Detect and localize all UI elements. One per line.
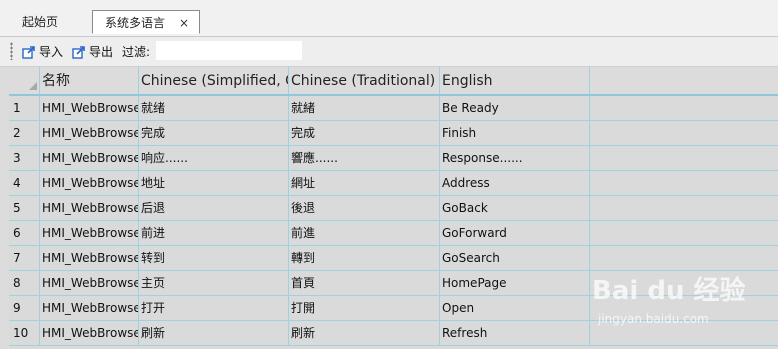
row-number: 4 xyxy=(9,171,40,195)
table-row[interactable]: 7 HMI_WebBrowse 转到 轉到 GoSearch xyxy=(9,246,778,271)
toolbar-grip-handle[interactable] xyxy=(10,42,13,60)
cell-empty xyxy=(590,121,778,145)
cell-english[interactable]: Response...... xyxy=(440,146,590,170)
row-number: 2 xyxy=(9,121,40,145)
cell-name[interactable]: HMI_WebBrowse xyxy=(40,96,139,120)
cell-chinese-traditional[interactable]: 首頁 xyxy=(289,271,440,295)
cell-english[interactable]: Address xyxy=(440,171,590,195)
table-row[interactable]: 1 HMI_WebBrowse 就绪 就緒 Be Ready xyxy=(9,96,778,121)
cell-empty xyxy=(590,221,778,245)
cell-english[interactable]: GoForward xyxy=(440,221,590,245)
cell-chinese-simplified[interactable]: 刷新 xyxy=(139,321,289,345)
cell-name[interactable]: HMI_WebBrowse xyxy=(40,221,139,245)
import-button[interactable]: 导入 xyxy=(22,43,63,61)
cell-name[interactable]: HMI_WebBrowse xyxy=(40,246,139,270)
table-row[interactable]: 9 HMI_WebBrowse 打开 打開 Open xyxy=(9,296,778,321)
table-row[interactable]: 3 HMI_WebBrowse 响应...... 響應...... Respon… xyxy=(9,146,778,171)
cell-empty xyxy=(590,271,778,295)
cell-chinese-traditional[interactable]: 後退 xyxy=(289,196,440,220)
cell-chinese-simplified[interactable]: 响应...... xyxy=(139,146,289,170)
cell-chinese-simplified[interactable]: 主页 xyxy=(139,271,289,295)
tab-label: 起始页 xyxy=(22,15,59,29)
table-row[interactable]: 10 HMI_WebBrowse 刷新 刷新 Refresh xyxy=(9,321,778,346)
document-tab-bar: 起始页 系统多语言 × xyxy=(0,0,778,37)
cell-chinese-traditional[interactable]: 就緒 xyxy=(289,96,440,120)
column-header-name[interactable]: 名称 xyxy=(40,67,139,94)
column-header-chinese-traditional[interactable]: Chinese (Traditional) xyxy=(289,67,440,94)
column-header-empty xyxy=(590,67,778,94)
cell-name[interactable]: HMI_WebBrowse xyxy=(40,171,139,195)
export-label: 导出 xyxy=(89,45,114,59)
cell-name[interactable]: HMI_WebBrowse xyxy=(40,296,139,320)
cell-chinese-simplified[interactable]: 前进 xyxy=(139,221,289,245)
cell-chinese-traditional[interactable]: 轉到 xyxy=(289,246,440,270)
row-number: 7 xyxy=(9,246,40,270)
cell-english[interactable]: GoSearch xyxy=(440,246,590,270)
import-icon xyxy=(22,46,35,59)
cell-empty xyxy=(590,296,778,320)
cell-name[interactable]: HMI_WebBrowse xyxy=(40,321,139,345)
row-number: 6 xyxy=(9,221,40,245)
cell-english[interactable]: Refresh xyxy=(440,321,590,345)
language-table: 名称 Chinese (Simplified, C Chinese (Tradi… xyxy=(9,67,778,349)
row-number: 9 xyxy=(9,296,40,320)
export-button[interactable]: 导出 xyxy=(72,43,113,61)
cell-english[interactable]: Open xyxy=(440,296,590,320)
row-header-corner[interactable] xyxy=(9,67,40,94)
cell-empty xyxy=(590,96,778,120)
cell-empty xyxy=(590,146,778,170)
tab-start-page[interactable]: 起始页 xyxy=(14,10,66,34)
cell-chinese-simplified[interactable]: 地址 xyxy=(139,171,289,195)
table-row[interactable]: 6 HMI_WebBrowse 前进 前進 GoForward xyxy=(9,221,778,246)
cell-english[interactable]: Be Ready xyxy=(440,96,590,120)
row-number: 5 xyxy=(9,196,40,220)
cell-chinese-traditional[interactable]: 刷新 xyxy=(289,321,440,345)
table-row[interactable]: 8 HMI_WebBrowse 主页 首頁 HomePage xyxy=(9,271,778,296)
cell-empty xyxy=(590,321,778,345)
filter-label: 过滤: xyxy=(122,45,151,59)
export-icon xyxy=(72,46,85,59)
toolbar: 导入 导出 过滤: xyxy=(0,37,778,67)
row-number: 3 xyxy=(9,146,40,170)
cell-chinese-simplified[interactable]: 完成 xyxy=(139,121,289,145)
cell-name[interactable]: HMI_WebBrowse xyxy=(40,121,139,145)
table-row[interactable]: 5 HMI_WebBrowse 后退 後退 GoBack xyxy=(9,196,778,221)
table-row[interactable]: 2 HMI_WebBrowse 完成 完成 Finish xyxy=(9,121,778,146)
row-number: 8 xyxy=(9,271,40,295)
table-row[interactable]: 4 HMI_WebBrowse 地址 網址 Address xyxy=(9,171,778,196)
filter-input[interactable] xyxy=(156,41,302,60)
cell-name[interactable]: HMI_WebBrowse xyxy=(40,271,139,295)
cell-chinese-traditional[interactable]: 網址 xyxy=(289,171,440,195)
cell-name[interactable]: HMI_WebBrowse xyxy=(40,196,139,220)
cell-chinese-traditional[interactable]: 前進 xyxy=(289,221,440,245)
cell-empty xyxy=(590,246,778,270)
cell-english[interactable]: HomePage xyxy=(440,271,590,295)
cell-chinese-simplified[interactable]: 就绪 xyxy=(139,96,289,120)
cell-chinese-simplified[interactable]: 后退 xyxy=(139,196,289,220)
tab-system-multilanguage[interactable]: 系统多语言 × xyxy=(92,10,200,34)
tab-label: 系统多语言 xyxy=(105,16,166,30)
cell-english[interactable]: Finish xyxy=(440,121,590,145)
cell-empty xyxy=(590,171,778,195)
close-tab-icon[interactable]: × xyxy=(179,11,189,35)
cell-name[interactable]: HMI_WebBrowse xyxy=(40,146,139,170)
select-all-corner-icon xyxy=(29,82,37,90)
cell-english[interactable]: GoBack xyxy=(440,196,590,220)
cell-empty xyxy=(590,196,778,220)
import-label: 导入 xyxy=(39,45,64,59)
cell-chinese-traditional[interactable]: 完成 xyxy=(289,121,440,145)
row-number: 10 xyxy=(9,321,40,345)
table-header: 名称 Chinese (Simplified, C Chinese (Tradi… xyxy=(9,67,778,96)
cell-chinese-simplified[interactable]: 打开 xyxy=(139,296,289,320)
cell-chinese-traditional[interactable]: 打開 xyxy=(289,296,440,320)
column-header-english[interactable]: English xyxy=(440,67,590,94)
cell-chinese-traditional[interactable]: 響應...... xyxy=(289,146,440,170)
cell-chinese-simplified[interactable]: 转到 xyxy=(139,246,289,270)
column-header-chinese-simplified[interactable]: Chinese (Simplified, C xyxy=(139,67,289,94)
row-number: 1 xyxy=(9,96,40,120)
